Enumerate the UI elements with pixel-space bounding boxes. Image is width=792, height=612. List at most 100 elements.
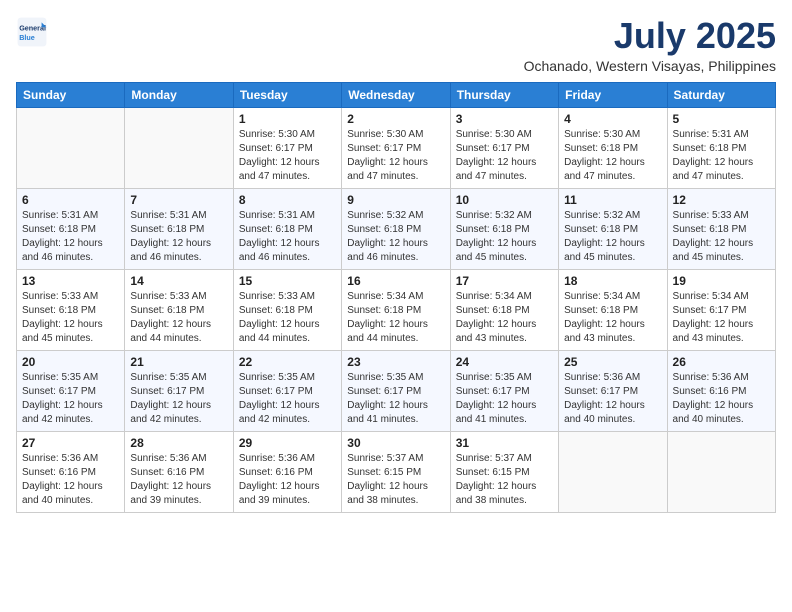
calendar-week-row: 6 Sunrise: 5:31 AM Sunset: 6:18 PM Daylig… bbox=[17, 188, 776, 269]
col-monday: Monday bbox=[125, 82, 233, 107]
day-number: 23 bbox=[347, 355, 444, 369]
day-info: Sunrise: 5:35 AM Sunset: 6:17 PM Dayligh… bbox=[239, 371, 336, 427]
day-info: Sunrise: 5:31 AM Sunset: 6:18 PM Dayligh… bbox=[22, 209, 119, 265]
table-row: 16 Sunrise: 5:34 AM Sunset: 6:18 PM Dayli… bbox=[342, 269, 450, 350]
day-info: Sunrise: 5:34 AM Sunset: 6:18 PM Dayligh… bbox=[456, 290, 553, 346]
day-number: 24 bbox=[456, 355, 553, 369]
table-row: 23 Sunrise: 5:35 AM Sunset: 6:17 PM Dayli… bbox=[342, 350, 450, 431]
day-number: 5 bbox=[673, 112, 770, 126]
day-info: Sunrise: 5:37 AM Sunset: 6:15 PM Dayligh… bbox=[456, 452, 553, 508]
day-info: Sunrise: 5:33 AM Sunset: 6:18 PM Dayligh… bbox=[22, 290, 119, 346]
day-number: 1 bbox=[239, 112, 336, 126]
table-row: 31 Sunrise: 5:37 AM Sunset: 6:15 PM Dayli… bbox=[450, 431, 558, 512]
table-row: 15 Sunrise: 5:33 AM Sunset: 6:18 PM Dayli… bbox=[233, 269, 341, 350]
day-info: Sunrise: 5:35 AM Sunset: 6:17 PM Dayligh… bbox=[130, 371, 227, 427]
day-info: Sunrise: 5:35 AM Sunset: 6:17 PM Dayligh… bbox=[347, 371, 444, 427]
table-row: 27 Sunrise: 5:36 AM Sunset: 6:16 PM Dayli… bbox=[17, 431, 125, 512]
table-row: 3 Sunrise: 5:30 AM Sunset: 6:17 PM Daylig… bbox=[450, 107, 558, 188]
day-info: Sunrise: 5:32 AM Sunset: 6:18 PM Dayligh… bbox=[564, 209, 661, 265]
table-row: 9Sunrise: 5:32 AM Sunset: 6:18 PM Daylig… bbox=[342, 188, 450, 269]
day-info: Sunrise: 5:35 AM Sunset: 6:17 PM Dayligh… bbox=[22, 371, 119, 427]
day-number: 13 bbox=[22, 274, 119, 288]
svg-text:Blue: Blue bbox=[19, 33, 35, 42]
day-info: Sunrise: 5:31 AM Sunset: 6:18 PM Dayligh… bbox=[130, 209, 227, 265]
table-row: 17 Sunrise: 5:34 AM Sunset: 6:18 PM Dayli… bbox=[450, 269, 558, 350]
logo: General Blue bbox=[16, 16, 48, 48]
location: Ochanado, Western Visayas, Philippines bbox=[524, 58, 776, 74]
table-row: 13 Sunrise: 5:33 AM Sunset: 6:18 PM Dayli… bbox=[17, 269, 125, 350]
day-number: 22 bbox=[239, 355, 336, 369]
day-number: 19 bbox=[673, 274, 770, 288]
day-info: Sunrise: 5:30 AM Sunset: 6:17 PM Dayligh… bbox=[347, 128, 444, 184]
calendar-week-row: 20 Sunrise: 5:35 AM Sunset: 6:17 PM Dayli… bbox=[17, 350, 776, 431]
day-number: 11 bbox=[564, 193, 661, 207]
title-block: July 2025 Ochanado, Western Visayas, Phi… bbox=[524, 16, 776, 74]
day-number: 17 bbox=[456, 274, 553, 288]
day-number: 7 bbox=[130, 193, 227, 207]
day-number: 29 bbox=[239, 436, 336, 450]
table-row: 4 Sunrise: 5:30 AM Sunset: 6:18 PM Daylig… bbox=[559, 107, 667, 188]
day-number: 27 bbox=[22, 436, 119, 450]
day-info: Sunrise: 5:36 AM Sunset: 6:16 PM Dayligh… bbox=[239, 452, 336, 508]
day-info: Sunrise: 5:33 AM Sunset: 6:18 PM Dayligh… bbox=[239, 290, 336, 346]
day-number: 16 bbox=[347, 274, 444, 288]
calendar-header-row: Sunday Monday Tuesday Wednesday Thursday… bbox=[17, 82, 776, 107]
table-row: 25Sunrise: 5:36 AM Sunset: 6:17 PM Dayli… bbox=[559, 350, 667, 431]
table-row: 10 Sunrise: 5:32 AM Sunset: 6:18 PM Dayli… bbox=[450, 188, 558, 269]
table-row: 29 Sunrise: 5:36 AM Sunset: 6:16 PM Dayli… bbox=[233, 431, 341, 512]
col-friday: Friday bbox=[559, 82, 667, 107]
day-info: Sunrise: 5:35 AM Sunset: 6:17 PM Dayligh… bbox=[456, 371, 553, 427]
table-row: 19Sunrise: 5:34 AM Sunset: 6:17 PM Dayli… bbox=[667, 269, 775, 350]
day-info: Sunrise: 5:32 AM Sunset: 6:18 PM Dayligh… bbox=[456, 209, 553, 265]
col-saturday: Saturday bbox=[667, 82, 775, 107]
day-number: 25 bbox=[564, 355, 661, 369]
calendar-week-row: 1 Sunrise: 5:30 AM Sunset: 6:17 PM Daylig… bbox=[17, 107, 776, 188]
table-row: 6 Sunrise: 5:31 AM Sunset: 6:18 PM Daylig… bbox=[17, 188, 125, 269]
col-tuesday: Tuesday bbox=[233, 82, 341, 107]
calendar-week-row: 13 Sunrise: 5:33 AM Sunset: 6:18 PM Dayli… bbox=[17, 269, 776, 350]
table-row: 22 Sunrise: 5:35 AM Sunset: 6:17 PM Dayli… bbox=[233, 350, 341, 431]
table-row: 7 Sunrise: 5:31 AM Sunset: 6:18 PM Daylig… bbox=[125, 188, 233, 269]
day-info: Sunrise: 5:34 AM Sunset: 6:18 PM Dayligh… bbox=[347, 290, 444, 346]
page-header: General Blue July 2025 Ochanado, Western… bbox=[16, 16, 776, 74]
table-row: 14 Sunrise: 5:33 AM Sunset: 6:18 PM Dayli… bbox=[125, 269, 233, 350]
logo-icon: General Blue bbox=[16, 16, 48, 48]
day-info: Sunrise: 5:30 AM Sunset: 6:17 PM Dayligh… bbox=[456, 128, 553, 184]
day-number: 21 bbox=[130, 355, 227, 369]
day-info: Sunrise: 5:36 AM Sunset: 6:16 PM Dayligh… bbox=[673, 371, 770, 427]
table-row bbox=[559, 431, 667, 512]
table-row: 24 Sunrise: 5:35 AM Sunset: 6:17 PM Dayli… bbox=[450, 350, 558, 431]
table-row: 20 Sunrise: 5:35 AM Sunset: 6:17 PM Dayli… bbox=[17, 350, 125, 431]
day-info: Sunrise: 5:33 AM Sunset: 6:18 PM Dayligh… bbox=[130, 290, 227, 346]
day-number: 20 bbox=[22, 355, 119, 369]
table-row: 28Sunrise: 5:36 AM Sunset: 6:16 PM Dayli… bbox=[125, 431, 233, 512]
day-number: 6 bbox=[22, 193, 119, 207]
day-info: Sunrise: 5:30 AM Sunset: 6:18 PM Dayligh… bbox=[564, 128, 661, 184]
day-number: 10 bbox=[456, 193, 553, 207]
day-info: Sunrise: 5:31 AM Sunset: 6:18 PM Dayligh… bbox=[239, 209, 336, 265]
col-wednesday: Wednesday bbox=[342, 82, 450, 107]
day-number: 3 bbox=[456, 112, 553, 126]
day-number: 4 bbox=[564, 112, 661, 126]
table-row: 12Sunrise: 5:33 AM Sunset: 6:18 PM Dayli… bbox=[667, 188, 775, 269]
col-sunday: Sunday bbox=[17, 82, 125, 107]
table-row: 30 Sunrise: 5:37 AM Sunset: 6:15 PM Dayli… bbox=[342, 431, 450, 512]
table-row: 2Sunrise: 5:30 AM Sunset: 6:17 PM Daylig… bbox=[342, 107, 450, 188]
table-row: 1 Sunrise: 5:30 AM Sunset: 6:17 PM Daylig… bbox=[233, 107, 341, 188]
day-number: 14 bbox=[130, 274, 227, 288]
day-info: Sunrise: 5:37 AM Sunset: 6:15 PM Dayligh… bbox=[347, 452, 444, 508]
day-number: 26 bbox=[673, 355, 770, 369]
day-info: Sunrise: 5:30 AM Sunset: 6:17 PM Dayligh… bbox=[239, 128, 336, 184]
calendar-table: Sunday Monday Tuesday Wednesday Thursday… bbox=[16, 82, 776, 513]
day-info: Sunrise: 5:36 AM Sunset: 6:16 PM Dayligh… bbox=[22, 452, 119, 508]
day-number: 15 bbox=[239, 274, 336, 288]
table-row: 8 Sunrise: 5:31 AM Sunset: 6:18 PM Daylig… bbox=[233, 188, 341, 269]
day-number: 18 bbox=[564, 274, 661, 288]
day-number: 30 bbox=[347, 436, 444, 450]
day-number: 8 bbox=[239, 193, 336, 207]
day-info: Sunrise: 5:33 AM Sunset: 6:18 PM Dayligh… bbox=[673, 209, 770, 265]
day-info: Sunrise: 5:34 AM Sunset: 6:18 PM Dayligh… bbox=[564, 290, 661, 346]
table-row: 18 Sunrise: 5:34 AM Sunset: 6:18 PM Dayli… bbox=[559, 269, 667, 350]
table-row: 5Sunrise: 5:31 AM Sunset: 6:18 PM Daylig… bbox=[667, 107, 775, 188]
day-number: 31 bbox=[456, 436, 553, 450]
